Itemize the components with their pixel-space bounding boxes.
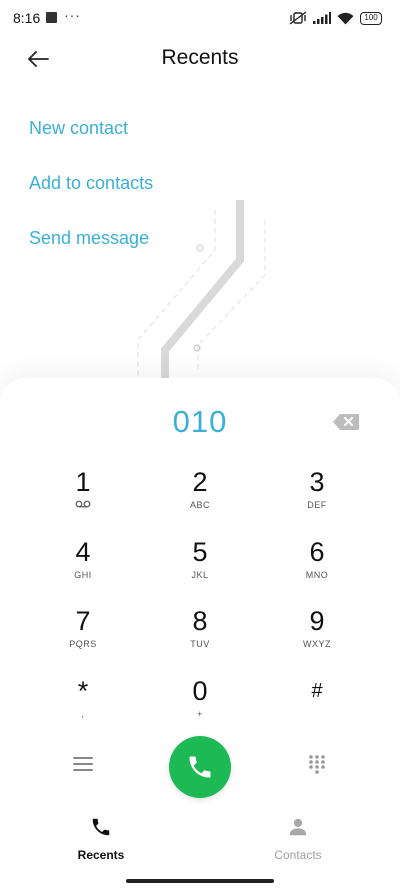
vibrate-off-icon bbox=[289, 11, 307, 25]
key-digit: 1 bbox=[75, 467, 91, 497]
tab-contacts-label: Contacts bbox=[274, 848, 322, 862]
voicemail-icon bbox=[28, 500, 138, 510]
key-digit: 9 bbox=[309, 606, 325, 636]
signal-icon bbox=[313, 12, 331, 24]
dial-key-3[interactable]: 3 DEF bbox=[262, 467, 372, 527]
phone-icon bbox=[189, 756, 211, 778]
dial-key-1[interactable]: 1 bbox=[28, 467, 138, 527]
key-letters: ABC bbox=[189, 500, 210, 510]
key-digit: # bbox=[311, 680, 323, 702]
dial-key-6[interactable]: 6 MNO bbox=[262, 537, 372, 597]
key-digit: 7 bbox=[75, 606, 91, 636]
key-digit: 6 bbox=[309, 537, 325, 567]
square-notification-icon bbox=[46, 12, 57, 23]
call-button[interactable] bbox=[169, 736, 231, 798]
dial-key-2[interactable]: 2 ABC bbox=[145, 467, 255, 527]
key-letters: TUV bbox=[190, 639, 210, 649]
key-digit: 8 bbox=[192, 606, 208, 636]
status-time: 8:16 bbox=[13, 10, 41, 26]
dial-key-5[interactable]: 5 JKL bbox=[145, 537, 255, 597]
send-message-link[interactable]: Send message bbox=[29, 228, 149, 249]
key-letters: PQRS bbox=[69, 639, 97, 649]
key-digit: 2 bbox=[192, 467, 208, 497]
more-notifications-indicator: ··· bbox=[64, 7, 81, 23]
key-digit: 3 bbox=[309, 467, 325, 497]
home-indicator[interactable] bbox=[126, 879, 274, 883]
status-bar: 8:16 ··· 100 bbox=[0, 0, 400, 36]
key-letters: DEF bbox=[307, 500, 327, 510]
menu-icon bbox=[73, 757, 93, 771]
key-digit: 5 bbox=[192, 537, 208, 567]
key-letters: MNO bbox=[305, 570, 329, 580]
add-to-contacts-link[interactable]: Add to contacts bbox=[29, 173, 153, 194]
menu-button[interactable] bbox=[72, 755, 94, 778]
dial-key-hash[interactable]: # bbox=[262, 676, 372, 736]
background-decoration bbox=[137, 200, 266, 380]
key-digit: * bbox=[77, 676, 89, 706]
key-letters: + bbox=[197, 709, 203, 719]
key-letters: WXYZ bbox=[303, 639, 331, 649]
backspace-icon bbox=[333, 414, 359, 430]
person-icon bbox=[289, 818, 307, 836]
dialpad-icon bbox=[309, 755, 325, 774]
hide-dialpad-button[interactable] bbox=[307, 754, 327, 779]
key-digit: 4 bbox=[75, 537, 91, 567]
tab-recents-label: Recents bbox=[77, 848, 125, 862]
key-digit: 0 bbox=[192, 676, 208, 706]
status-icons: 100 bbox=[289, 10, 382, 26]
battery-icon: 100 bbox=[360, 11, 382, 25]
dial-key-4[interactable]: 4 GHI bbox=[28, 537, 138, 597]
new-contact-link[interactable]: New contact bbox=[29, 118, 128, 139]
key-letters: JKL bbox=[191, 570, 209, 580]
phone-icon bbox=[92, 818, 110, 836]
wifi-icon bbox=[337, 12, 354, 24]
key-letters: GHI bbox=[74, 570, 92, 580]
dial-key-7[interactable]: 7 PQRS bbox=[28, 606, 138, 666]
page-title: Recents bbox=[161, 46, 239, 69]
tab-recents[interactable]: Recents bbox=[41, 816, 161, 862]
dial-key-0[interactable]: 0 + bbox=[145, 676, 255, 736]
key-letters: , bbox=[81, 709, 85, 719]
tab-contacts[interactable]: Contacts bbox=[238, 816, 358, 862]
dial-key-8[interactable]: 8 TUV bbox=[145, 606, 255, 666]
dial-key-9[interactable]: 9 WXYZ bbox=[262, 606, 372, 666]
backspace-button[interactable] bbox=[332, 413, 360, 431]
dial-key-star[interactable]: * , bbox=[28, 676, 138, 736]
